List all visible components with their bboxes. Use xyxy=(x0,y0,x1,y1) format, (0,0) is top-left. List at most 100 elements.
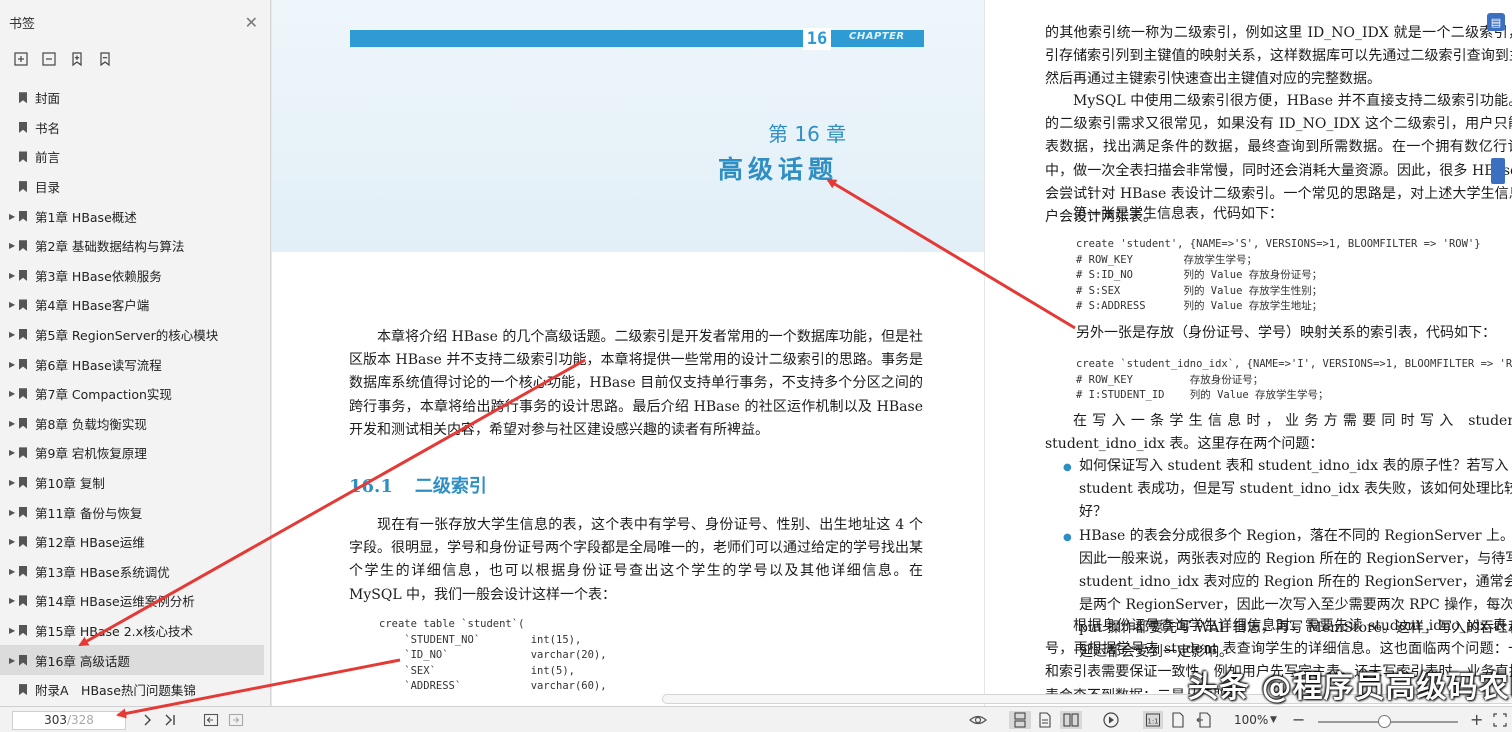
pdf-page-right: 的其他索引统一称为二级索引，例如这里 ID_NO_IDX 就是一个二级索引，二级… xyxy=(985,0,1512,706)
expand-arrow-icon[interactable]: ▶ xyxy=(9,330,15,339)
document-view[interactable]: 16 CHAPTER 第 16 章 高级话题 本章将介绍 HBase 的几个高级… xyxy=(272,0,1512,706)
expand-arrow-icon[interactable]: ▶ xyxy=(9,419,15,428)
close-icon[interactable]: ✕ xyxy=(245,13,258,32)
continuous-page-icon[interactable] xyxy=(1009,711,1031,729)
bookmark-list: 封面书名前言目录 ▶ 第1章 HBase概述 ▶ 第2章 基础数据结构与算法 ▶ 第3章 H… xyxy=(0,83,270,704)
chapter-bar xyxy=(350,30,924,47)
sidebar-item-0[interactable]: 封面 xyxy=(0,83,270,113)
expand-arrow-icon[interactable]: ▶ xyxy=(9,567,15,576)
section-number: 16.1 xyxy=(349,476,393,497)
bookmark-icon xyxy=(19,595,27,607)
bullet-text: 如何保证写入 student 表和 student_idno_idx 表的原子性… xyxy=(1079,458,1512,521)
fullscreen-icon[interactable] xyxy=(1492,711,1508,729)
eye-icon[interactable] xyxy=(968,711,988,729)
sidebar-item-4[interactable]: ▶ 第1章 HBase概述 xyxy=(0,201,270,231)
forward-icon[interactable] xyxy=(228,711,244,729)
sidebar-item-15[interactable]: ▶ 第12章 HBase运维 xyxy=(0,527,270,557)
collapse-all-icon[interactable] xyxy=(41,51,57,67)
expand-arrow-icon[interactable]: ▶ xyxy=(9,241,15,250)
sidebar-item-6[interactable]: ▶ 第3章 HBase依赖服务 xyxy=(0,261,270,291)
expand-arrow-icon[interactable]: ▶ xyxy=(9,360,15,369)
page-number-input[interactable]: 303/328 xyxy=(12,711,126,730)
zoom-out-icon[interactable]: − xyxy=(1292,711,1305,729)
sidebar-item-label: 书名 xyxy=(35,120,61,136)
section-paragraph: 现在有一张存放大学生信息的表，这个表中有学号、身份证号、性别、出生地址这 4 个… xyxy=(349,517,923,603)
total-pages: /328 xyxy=(66,713,94,727)
chapter-bar-number: 16 xyxy=(803,28,831,50)
sidebar-item-3[interactable]: 目录 xyxy=(0,172,270,202)
actual-size-icon[interactable]: 1:1 xyxy=(1143,711,1163,729)
bookmark-icon xyxy=(19,654,27,666)
two-page-icon[interactable] xyxy=(1060,711,1082,729)
bookmark-icon xyxy=(19,447,27,459)
sidebar-item-8[interactable]: ▶ 第5章 RegionServer的核心模块 xyxy=(0,320,270,350)
chapter-bar-word: CHAPTER xyxy=(849,31,905,42)
sidebar-item-label: 目录 xyxy=(35,180,61,196)
code-block-index: create `student_idno_idx`, {NAME=>'I', V… xyxy=(1076,358,1512,402)
zoom-in-icon[interactable]: + xyxy=(1470,711,1483,729)
sidebar-title: 书签 xyxy=(9,16,36,32)
expand-arrow-icon[interactable]: ▶ xyxy=(9,596,15,605)
back-icon[interactable] xyxy=(203,711,219,729)
sidebar-item-19[interactable]: ▶ 第16章 高级话题 xyxy=(0,645,264,675)
bookmark-icon xyxy=(19,536,27,548)
expand-arrow-icon[interactable]: ▶ xyxy=(9,537,15,546)
bookmark-icon xyxy=(19,506,27,518)
bookmark-sidebar: 书签 ✕ 封面 书名 前言 目录 ▶ 第1章 HBase概述 ▶ 第2章 基础数据结构与算法 ▶… xyxy=(0,0,271,706)
sidebar-item-label: 第1章 HBase概述 xyxy=(35,209,137,225)
play-icon[interactable] xyxy=(1102,711,1120,729)
sidebar-item-1[interactable]: 书名 xyxy=(0,113,270,143)
expand-arrow-icon[interactable]: ▶ xyxy=(9,300,15,309)
section-title: 二级索引 xyxy=(414,476,487,497)
zoom-slider-handle[interactable] xyxy=(1378,715,1391,728)
zoom-dropdown-icon[interactable]: ▼ xyxy=(1270,711,1277,729)
translate-icon[interactable]: ▤ xyxy=(1487,13,1505,31)
sidebar-item-label: 第9章 宕机恢复原理 xyxy=(35,446,147,462)
fit-page-icon[interactable] xyxy=(1170,711,1186,729)
sidebar-item-9[interactable]: ▶ 第6章 HBase读写流程 xyxy=(0,349,270,379)
sidebar-item-label: 第2章 基础数据结构与算法 xyxy=(35,239,185,255)
chapter-number: 第 16 章 xyxy=(768,122,847,146)
sidebar-item-2[interactable]: 前言 xyxy=(0,142,270,172)
expand-arrow-icon[interactable]: ▶ xyxy=(9,626,15,635)
sidebar-item-11[interactable]: ▶ 第8章 负载均衡实现 xyxy=(0,409,270,439)
expand-arrow-icon[interactable]: ▶ xyxy=(9,656,15,665)
bookmark-icon xyxy=(19,151,27,163)
sidebar-item-20[interactable]: 附录A HBase热门问题集锦 xyxy=(0,675,270,705)
sidebar-item-5[interactable]: ▶ 第2章 基础数据结构与算法 xyxy=(0,231,270,261)
pdf-reader-window: 书签 ✕ 封面 书名 前言 目录 ▶ 第1章 HBase概述 ▶ 第2章 基础数据结构与算法 ▶… xyxy=(0,0,1512,732)
expand-all-icon[interactable] xyxy=(13,51,29,67)
expand-arrow-icon[interactable]: ▶ xyxy=(9,271,15,280)
bookmark-icon xyxy=(19,417,27,429)
chapter-title: 高级话题 xyxy=(718,155,839,184)
expand-arrow-icon[interactable]: ▶ xyxy=(9,478,15,487)
bookmark-icon xyxy=(19,388,27,400)
bullet-dot-icon: ● xyxy=(1063,462,1072,473)
fit-width-icon[interactable] xyxy=(1196,711,1212,729)
last-page-icon[interactable] xyxy=(163,711,177,729)
bookmark-icon xyxy=(19,477,27,489)
sidebar-item-17[interactable]: ▶ 第14章 HBase运维案例分析 xyxy=(0,586,270,616)
bookmark-icon xyxy=(19,565,27,577)
zoom-level[interactable]: 100% xyxy=(1234,713,1268,727)
sidebar-item-13[interactable]: ▶ 第10章 复制 xyxy=(0,468,270,498)
add-bookmark-icon[interactable] xyxy=(69,51,85,67)
intro-paragraph: 本章将介绍 HBase 的几个高级话题。二级索引是开发者常用的一个数据库功能，但… xyxy=(349,329,923,438)
remove-bookmark-icon[interactable] xyxy=(97,51,113,67)
sidebar-item-10[interactable]: ▶ 第7章 Compaction实现 xyxy=(0,379,270,409)
right-paragraph-3: 在写入一条学生信息时，业务方需要同时写入 student 表和 student_… xyxy=(1045,413,1512,453)
expand-arrow-icon[interactable]: ▶ xyxy=(9,448,15,457)
expand-arrow-icon[interactable]: ▶ xyxy=(9,389,15,398)
expand-arrow-icon[interactable]: ▶ xyxy=(9,212,15,221)
sidebar-item-14[interactable]: ▶ 第11章 备份与恢复 xyxy=(0,497,270,527)
sidebar-item-18[interactable]: ▶ 第15章 HBase 2.x核心技术 xyxy=(0,616,270,646)
svg-text:1:1: 1:1 xyxy=(1147,718,1158,726)
sidebar-item-12[interactable]: ▶ 第9章 宕机恢复原理 xyxy=(0,438,270,468)
single-page-icon[interactable] xyxy=(1037,711,1053,729)
next-page-icon[interactable] xyxy=(142,711,152,729)
watermark: 头条 @程序员高级码农II xyxy=(1188,670,1512,705)
side-panel-icon[interactable] xyxy=(1491,158,1505,184)
expand-arrow-icon[interactable]: ▶ xyxy=(9,508,15,517)
sidebar-item-7[interactable]: ▶ 第4章 HBase客户端 xyxy=(0,290,270,320)
sidebar-item-16[interactable]: ▶ 第13章 HBase系统调优 xyxy=(0,557,270,587)
